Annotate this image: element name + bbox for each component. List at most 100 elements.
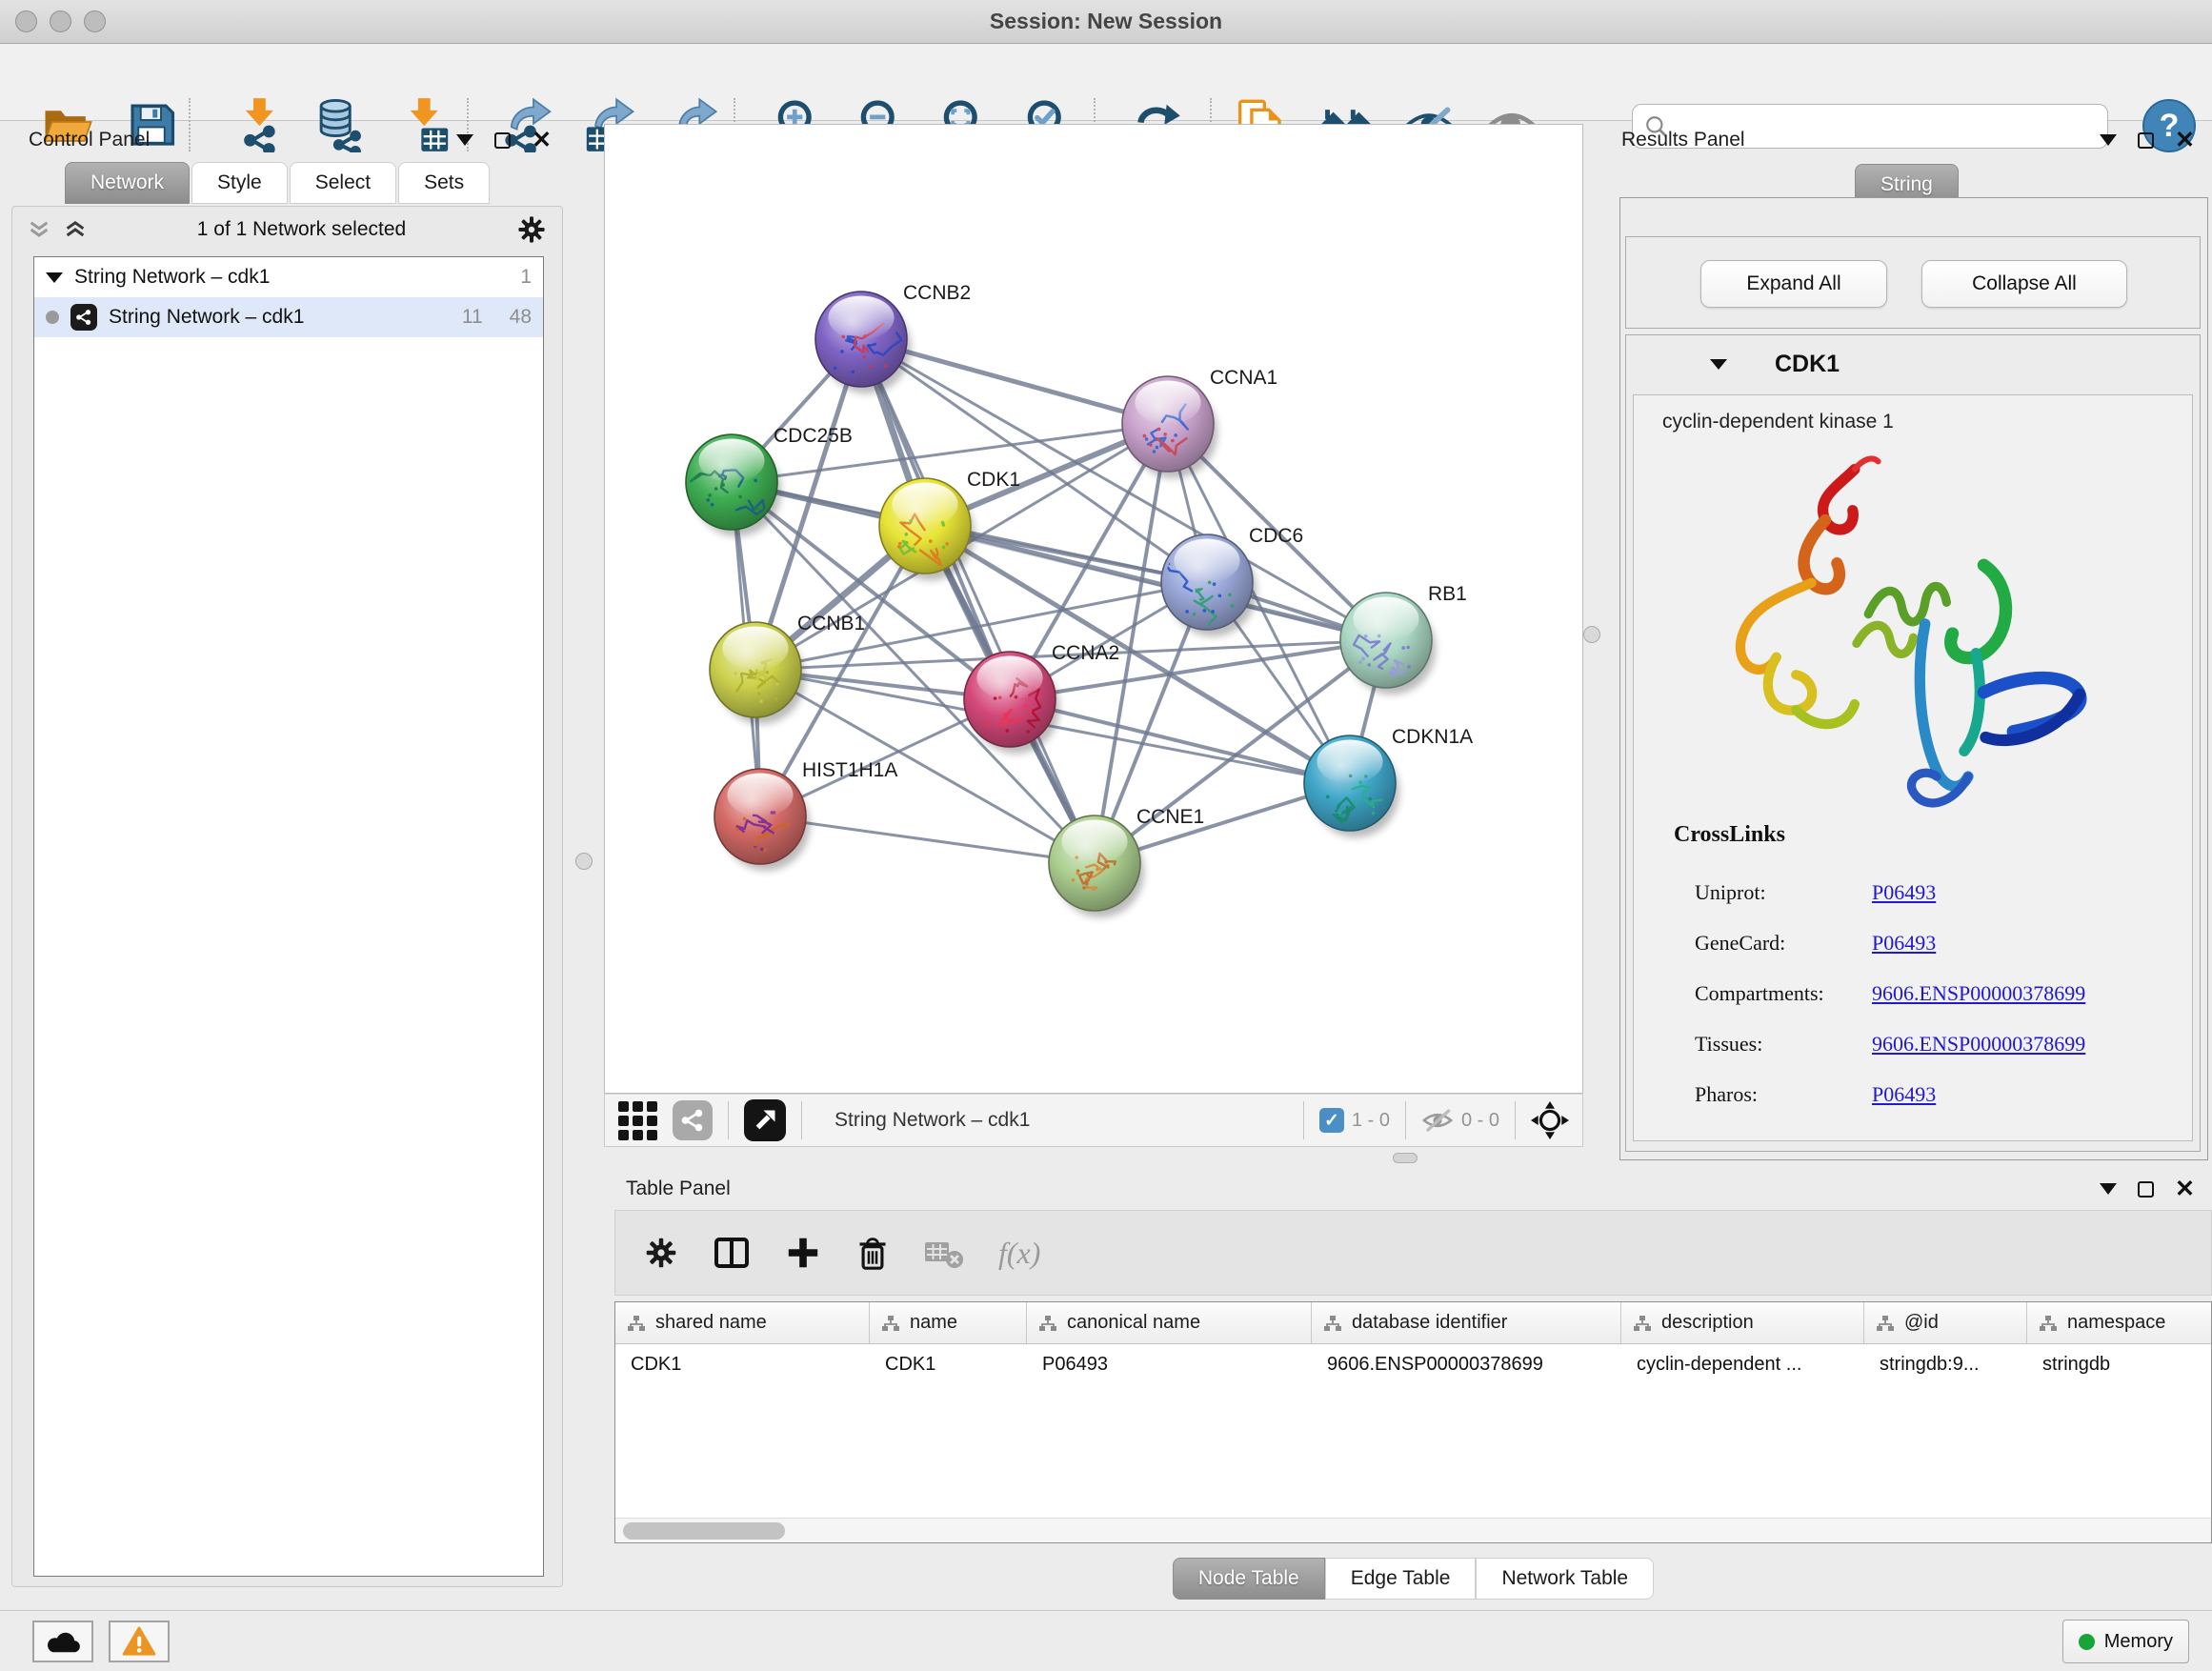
network-node-HIST1H1A[interactable]: HIST1H1A (714, 759, 897, 871)
cell-name[interactable]: CDK1 (870, 1344, 1027, 1384)
network-graph[interactable]: CCNB2 CCNA1 CDC25B CDK1 CDC6 RB1 CCNB1 CCNA2 CDK… (605, 125, 1582, 1093)
network-share-icon[interactable] (673, 1100, 713, 1140)
column-header-shared-name[interactable]: shared name (615, 1302, 870, 1343)
table-panel: Table Panel ✕ (614, 1172, 2212, 1606)
panel-collapse-icon[interactable] (2100, 134, 2117, 146)
tab-network-table[interactable]: Network Table (1476, 1558, 1654, 1600)
selected-node-edge-counts: 1 - 0 (1352, 1110, 1390, 1132)
collection-count: 1 (520, 266, 532, 289)
cell-canonical-name[interactable]: P06493 (1027, 1344, 1312, 1384)
results-panel: Results Panel ✕ String Expand All Collap… (1612, 124, 2212, 1172)
column-header-@id[interactable]: @id (1864, 1302, 2027, 1343)
network-collection-row[interactable]: String Network – cdk1 1 (34, 257, 543, 297)
network-node-CCNB1[interactable]: CCNB1 (710, 613, 865, 724)
network-options-gear-icon[interactable] (516, 214, 547, 245)
tab-style[interactable]: Style (191, 162, 288, 204)
node-label-CCNA1: CCNA1 (1210, 367, 1277, 389)
tab-node-table[interactable]: Node Table (1173, 1558, 1325, 1600)
tab-select[interactable]: Select (290, 162, 396, 204)
expand-all-button[interactable]: Expand All (1700, 260, 1887, 308)
hidden-node-edge-counts: 0 - 0 (1461, 1110, 1499, 1132)
gene-collapse-icon[interactable] (1710, 359, 1727, 370)
protein-structure-image (1686, 448, 2105, 810)
horizontal-splitter-handle[interactable] (1393, 1153, 1418, 1163)
window-title: Session: New Session (0, 9, 2212, 34)
cell-description[interactable]: cyclin-dependent ... (1621, 1344, 1864, 1384)
node-label-HIST1H1A: HIST1H1A (802, 759, 897, 781)
birds-eye-view-icon[interactable] (744, 1099, 786, 1141)
collapse-all-button[interactable]: Collapse All (1921, 260, 2127, 308)
panel-collapse-icon[interactable] (2100, 1183, 2117, 1195)
scrollbar-thumb[interactable] (623, 1522, 785, 1540)
panel-float-icon[interactable] (2138, 1181, 2154, 1198)
delete-table-icon[interactable] (924, 1235, 964, 1271)
crosslink-link[interactable]: P06493 (1872, 1082, 1936, 1107)
delete-column-trash-icon[interactable] (855, 1235, 890, 1271)
crosslink-link[interactable]: 9606.ENSP00000378699 (1872, 1032, 2085, 1057)
panel-close-icon[interactable]: ✕ (2175, 1181, 2195, 1198)
warning-button[interactable] (109, 1621, 170, 1662)
crosslink-link[interactable]: 9606.ENSP00000378699 (1872, 981, 2085, 1006)
network-tree: String Network – cdk1 1 String Network –… (33, 256, 544, 1577)
tab-network[interactable]: Network (65, 162, 190, 204)
table-horizontal-scrollbar[interactable] (615, 1518, 2211, 1542)
left-splitter-handle[interactable] (575, 853, 593, 870)
show-columns-icon[interactable] (713, 1234, 751, 1272)
memory-button[interactable]: Memory (2062, 1620, 2189, 1663)
panel-close-icon[interactable]: ✕ (532, 132, 552, 149)
function-builder-icon[interactable]: f(x) (998, 1236, 1040, 1271)
cell-@id[interactable]: stringdb:9... (1864, 1344, 2027, 1384)
column-header-name[interactable]: name (870, 1302, 1027, 1343)
collapse-all-networks-icon[interactable] (64, 220, 87, 239)
title-bar: Session: New Session (0, 0, 2212, 44)
network-node-CCNB2[interactable]: CCNB2 (815, 282, 971, 393)
cell-database-identifier[interactable]: 9606.ENSP00000378699 (1312, 1344, 1621, 1384)
crosslink-link[interactable]: P06493 (1872, 931, 1936, 956)
network-node-CCNA1[interactable]: CCNA1 (1122, 367, 1277, 478)
node-label-CDKN1A: CDKN1A (1392, 726, 1473, 748)
crosslink-link[interactable]: P06493 (1872, 880, 1936, 905)
column-header-canonical-name[interactable]: canonical name (1027, 1302, 1312, 1343)
gene-name: CDK1 (1775, 351, 1840, 378)
panel-close-icon[interactable]: ✕ (2175, 132, 2195, 149)
network-node-RB1[interactable]: RB1 (1340, 583, 1467, 695)
column-header-database-identifier[interactable]: database identifier (1312, 1302, 1621, 1343)
node-label-CDC6: CDC6 (1249, 525, 1303, 547)
tab-sets[interactable]: Sets (398, 162, 490, 204)
panel-float-icon[interactable] (2138, 132, 2154, 149)
tree-expand-icon[interactable] (46, 272, 63, 283)
table-options-gear-icon[interactable] (644, 1236, 678, 1270)
expand-all-networks-icon[interactable] (28, 220, 50, 239)
table-row[interactable]: CDK1CDK1P064939606.ENSP00000378699cyclin… (615, 1344, 2211, 1384)
panel-float-icon[interactable] (494, 132, 511, 149)
separator (728, 1101, 729, 1139)
hidden-eye-icon[interactable] (1421, 1106, 1454, 1135)
column-header-description[interactable]: description (1621, 1302, 1864, 1343)
node-count: 11 (462, 306, 483, 329)
node-label-CDC25B: CDC25B (774, 425, 853, 447)
node-label-CCNB1: CCNB1 (797, 613, 865, 634)
cell-namespace[interactable]: stringdb (2027, 1344, 2212, 1384)
panel-collapse-icon[interactable] (456, 134, 473, 146)
create-column-plus-icon[interactable] (785, 1235, 821, 1271)
tab-edge-table[interactable]: Edge Table (1325, 1558, 1477, 1600)
right-splitter-handle[interactable] (1583, 626, 1600, 643)
grid-view-icon[interactable] (618, 1101, 657, 1140)
network-node-CDKN1A[interactable]: CDKN1A (1304, 726, 1473, 837)
network-canvas[interactable]: CCNB2 CCNA1 CDC25B CDK1 CDC6 RB1 CCNB1 CCNA2 CDK… (604, 124, 1583, 1094)
node-label-CCNE1: CCNE1 (1136, 806, 1204, 828)
cell-shared-name[interactable]: CDK1 (615, 1344, 870, 1384)
network-row[interactable]: String Network – cdk1 11 48 (34, 297, 543, 337)
node-label-CDK1: CDK1 (967, 469, 1020, 491)
crosslinks-list: Uniprot:P06493GeneCard:P06493Compartment… (1695, 867, 2171, 1119)
column-header-namespace[interactable]: namespace (2027, 1302, 2212, 1343)
network-node-CCNE1[interactable]: CCNE1 (1049, 806, 1204, 917)
pan-move-icon[interactable] (1531, 1101, 1569, 1139)
network-node-CCNA2[interactable]: CCNA2 (964, 642, 1119, 754)
edge-count: 48 (510, 306, 532, 329)
selected-checkbox[interactable]: ✓ (1319, 1108, 1344, 1133)
node-label-RB1: RB1 (1428, 583, 1467, 605)
cloud-button[interactable] (32, 1621, 93, 1662)
results-actions-box: Expand All Collapse All (1625, 236, 2201, 329)
separator (1303, 1101, 1304, 1139)
